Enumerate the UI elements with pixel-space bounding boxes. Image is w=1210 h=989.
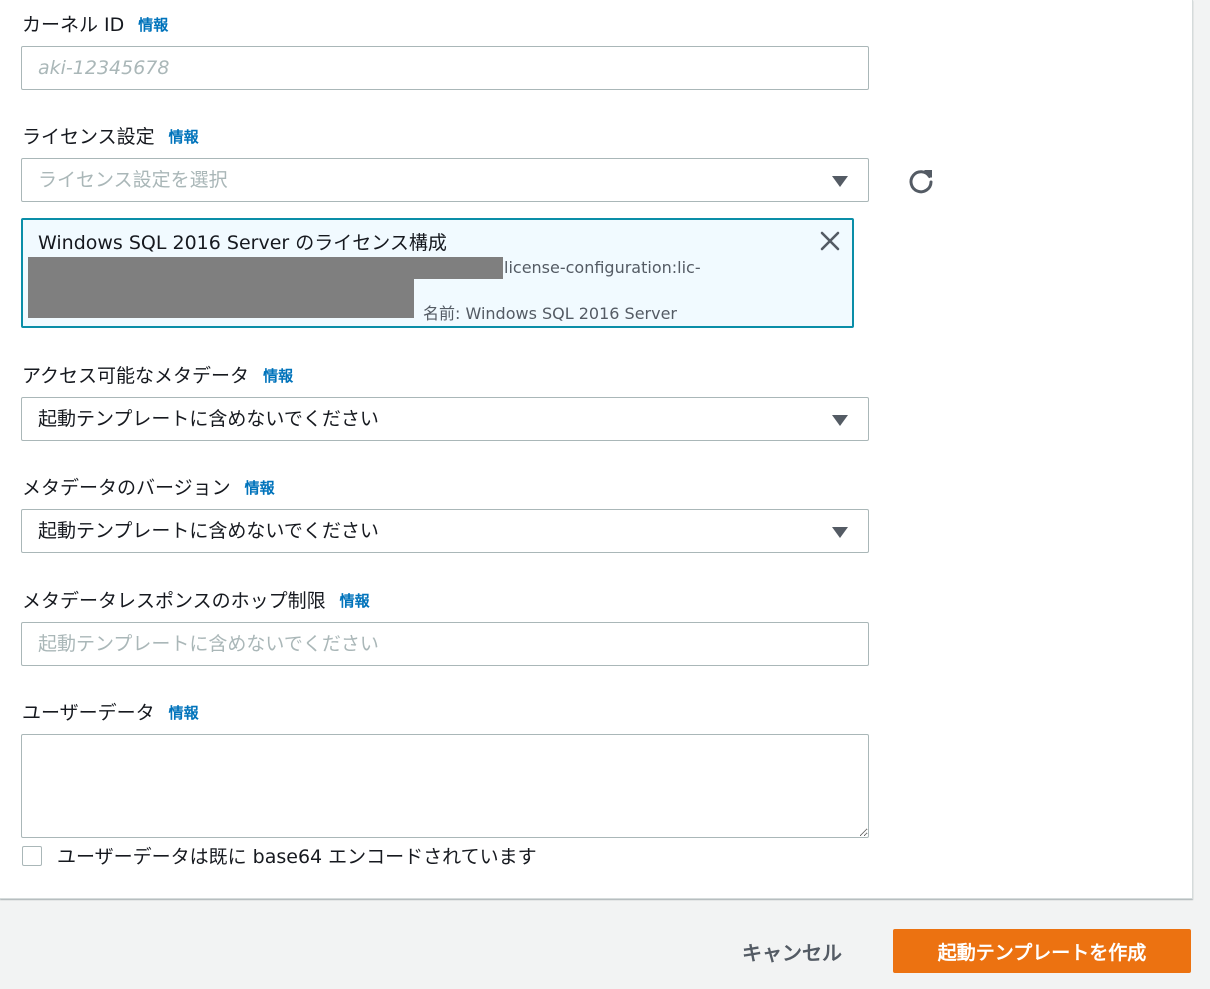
license-token-title: Windows SQL 2016 Server のライセンス構成 (38, 232, 447, 254)
kernel-id-label: カーネル ID 情報 (22, 14, 169, 36)
metadata-hop-label: メタデータレスポンスのホップ制限 情報 (22, 590, 370, 612)
metadata-hop-input[interactable] (21, 622, 869, 666)
kernel-id-input[interactable] (21, 46, 869, 90)
metadata-version-select[interactable]: 起動テンプレートに含めないでください (21, 509, 869, 553)
metadata-version-value: 起動テンプレートに含めないでください (38, 520, 379, 542)
license-label: ライセンス設定 情報 (22, 126, 199, 148)
refresh-icon[interactable] (905, 165, 937, 197)
metadata-hop-info-link[interactable]: 情報 (340, 592, 370, 610)
form-panel: カーネル ID情報 ライセンス設定情報 ライセンス設定を選択 Windows S… (0, 0, 1193, 899)
close-icon[interactable] (818, 229, 842, 253)
cancel-button[interactable]: キャンセル (722, 929, 862, 973)
metadata-access-value: 起動テンプレートに含めないでください (38, 408, 379, 430)
base64-checkbox[interactable] (22, 845, 42, 866)
metadata-access-info-link[interactable]: 情報 (263, 367, 293, 385)
user-data-textarea[interactable] (21, 734, 869, 838)
base64-checkbox-label: ユーザーデータは既に base64 エンコードされています (57, 846, 537, 868)
kernel-id-info-link[interactable]: 情報 (138, 16, 168, 34)
license-select[interactable]: ライセンス設定を選択 (21, 158, 869, 202)
caret-down-icon (832, 527, 848, 538)
license-token: Windows SQL 2016 Server のライセンス構成 license… (21, 218, 854, 328)
license-info-link[interactable]: 情報 (169, 128, 199, 146)
caret-down-icon (832, 415, 848, 426)
metadata-access-label: アクセス可能なメタデータ 情報 (22, 365, 294, 387)
metadata-version-info-link[interactable]: 情報 (245, 479, 275, 497)
license-select-placeholder: ライセンス設定を選択 (38, 169, 228, 191)
license-token-name: 名前: Windows SQL 2016 Server (423, 304, 678, 323)
user-data-info-link[interactable]: 情報 (169, 704, 199, 722)
redaction-block (28, 257, 503, 279)
base64-checkbox-row[interactable]: ユーザーデータは既に base64 エンコードされています (22, 842, 537, 869)
create-launch-template-button[interactable]: 起動テンプレートを作成 (893, 929, 1191, 973)
license-token-arn: license-configuration:lic- (504, 258, 701, 277)
user-data-label: ユーザーデータ 情報 (22, 702, 199, 724)
metadata-version-label: メタデータのバージョン 情報 (22, 477, 275, 499)
caret-down-icon (832, 176, 848, 187)
redaction-block (28, 279, 414, 318)
metadata-access-select[interactable]: 起動テンプレートに含めないでください (21, 397, 869, 441)
